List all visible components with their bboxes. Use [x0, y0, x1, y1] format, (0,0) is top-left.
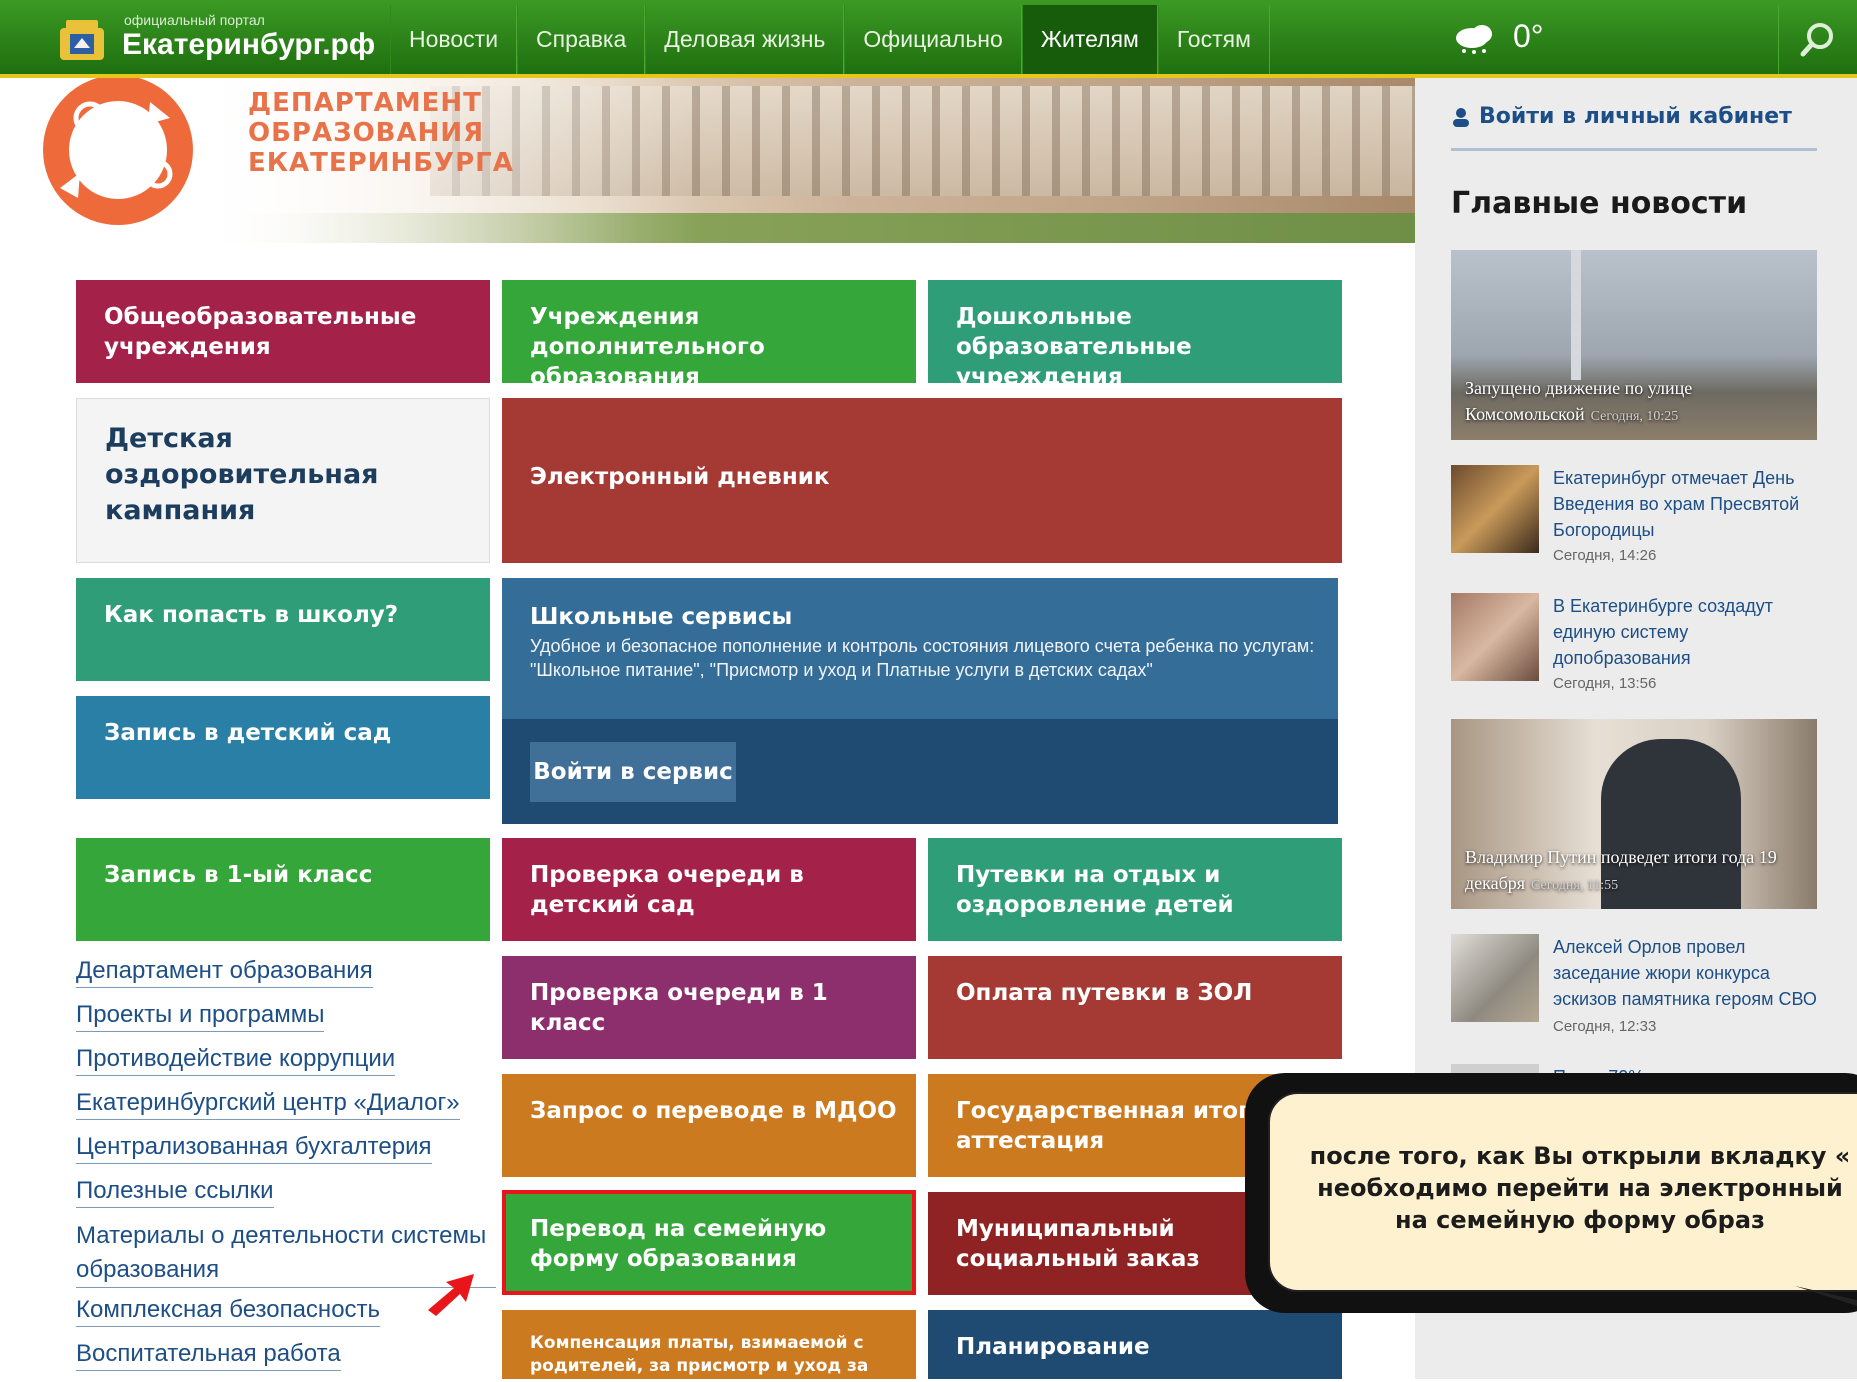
callout-line: на семейную форму образ [1395, 1206, 1765, 1234]
news-time: Сегодня, 13:56 [1553, 675, 1657, 692]
tile-label: Перевод на семейную форму образования [530, 1216, 827, 1272]
tile-queue-kindergarten[interactable]: Проверка очереди в детский сад [502, 838, 916, 941]
dept-title-line-3: ЕКАТЕРИНБУРГА [248, 148, 514, 178]
news-caption: Запущено движение по улице Комсомольской… [1465, 375, 1803, 430]
user-icon [1453, 107, 1469, 127]
divider [1451, 148, 1817, 151]
link-upbringing[interactable]: Воспитательная работа [76, 1338, 341, 1371]
tile-electronic-diary[interactable]: Электронный дневник [502, 398, 1342, 563]
news-item[interactable]: Екатеринбург отмечает День Введения во х… [1451, 465, 1831, 575]
tile-family-education-transfer[interactable]: Перевод на семейную форму образования [502, 1192, 916, 1295]
news-thumbnail [1451, 465, 1539, 553]
news-item[interactable]: Алексей Орлов провел заседание жюри конк… [1451, 934, 1831, 1044]
link-anti-corruption[interactable]: Противодействие коррупции [76, 1043, 396, 1076]
tile-label: Компенсация платы, взимаемой с родителей… [530, 1333, 869, 1376]
tile-label: Запрос о переводе в МДОО [530, 1098, 897, 1124]
tile-vacation-vouchers[interactable]: Путевки на отдых и оздоровление детей [928, 838, 1342, 941]
tile-label: Оплата путевки в ЗОЛ [956, 980, 1253, 1006]
red-arrow-icon [428, 1274, 474, 1316]
tile-label: Планирование [956, 1334, 1150, 1360]
tile-label: Детская оздоровительная кампания [105, 423, 379, 526]
callout-text: после того, как Вы открыли вкладку « нео… [1300, 1140, 1857, 1236]
link-useful-links[interactable]: Полезные ссылки [76, 1175, 274, 1208]
news-card-featured[interactable]: Владимир Путин подведет итоги года 19 де… [1451, 719, 1817, 909]
tile-how-to-school[interactable]: Как попасть в школу? [76, 578, 490, 681]
news-text: В Екатеринбурге создадут единую систему … [1553, 593, 1823, 697]
tile-label: Проверка очереди в детский сад [530, 862, 804, 918]
news-text: Алексей Орлов провел заседание жюри конк… [1553, 934, 1823, 1040]
tile-general-education[interactable]: Общеобразовательные учреждения [76, 280, 490, 383]
news-card-featured[interactable]: Запущено движение по улице Комсомольской… [1451, 250, 1817, 440]
top-navigation-bar: официальный портал Екатеринбург.рф Новос… [0, 0, 1857, 78]
link-projects[interactable]: Проекты и программы [76, 999, 325, 1032]
main-news-heading: Главные новости [1451, 186, 1748, 221]
tile-kindergarten-signup[interactable]: Запись в детский сад [76, 696, 490, 799]
news-title: Владимир Путин подведет итоги года 19 де… [1465, 847, 1777, 893]
main-nav: Новости Справка Деловая жизнь Официально… [390, 5, 1270, 74]
news-thumbnail [1451, 593, 1539, 681]
news-photo-detail [1571, 250, 1581, 380]
tile-compensation[interactable]: Компенсация платы, взимаемой с родителей… [502, 1310, 916, 1379]
tile-label: Электронный дневник [530, 464, 830, 490]
tile-label: Запись в детский сад [104, 720, 392, 746]
search-icon [1800, 22, 1833, 56]
nav-item-business[interactable]: Деловая жизнь [645, 5, 845, 74]
tile-preschool[interactable]: Дошкольные образовательные учреждения [928, 280, 1342, 390]
callout-line: после того, как Вы открыли вкладку « [1309, 1142, 1851, 1170]
link-dialog-center[interactable]: Екатеринбургский центр «Диалог» [76, 1087, 460, 1120]
news-time: Сегодня, 11:55 [1531, 878, 1619, 893]
news-text: Екатеринбург отмечает День Введения во х… [1553, 465, 1823, 569]
callout-tail [1795, 1286, 1857, 1306]
tile-queue-first-grade[interactable]: Проверка очереди в 1 класс [502, 956, 916, 1059]
news-title: Екатеринбург отмечает День Введения во х… [1553, 468, 1800, 540]
weather-temperature: 0° [1513, 18, 1544, 54]
nav-item-guests[interactable]: Гостям [1157, 5, 1270, 74]
portal-name-link[interactable]: Екатеринбург.рф [122, 28, 375, 62]
dept-title-line-2: ОБРАЗОВАНИЯ [248, 118, 485, 148]
dept-title-line-1: ДЕПАРТАМЕНТ [248, 88, 482, 118]
school-services-description: Удобное и безопасное пополнение и контро… [530, 636, 1315, 680]
enter-service-button[interactable]: Войти в сервис [530, 742, 736, 802]
department-emblem-icon[interactable] [30, 78, 205, 228]
nav-item-news[interactable]: Новости [390, 5, 518, 74]
link-accounting[interactable]: Централизованная бухгалтерия [76, 1131, 432, 1164]
cloud-snow-icon [1456, 25, 1492, 54]
news-item[interactable]: В Екатеринбурге создадут единую систему … [1451, 593, 1831, 703]
school-services-header: Школьные сервисы Удобное и безопасное по… [502, 578, 1338, 719]
tile-first-grade-signup[interactable]: Запись в 1-ый класс [76, 838, 490, 941]
search-button[interactable] [1778, 5, 1857, 74]
tile-label: Общеобразовательные учреждения [104, 304, 417, 360]
school-services-title: Школьные сервисы [530, 604, 793, 630]
portal-subtitle: официальный портал [124, 12, 265, 28]
news-title: В Екатеринбурге создадут единую систему … [1553, 596, 1773, 668]
callout-line: необходимо перейти на электронный [1317, 1174, 1843, 1202]
nav-item-residents[interactable]: Жителям [1021, 5, 1158, 74]
link-department[interactable]: Департамент образования [76, 955, 373, 988]
link-security[interactable]: Комплексная безопасность [76, 1294, 381, 1327]
department-banner: ДЕПАРТАМЕНТ ОБРАЗОВАНИЯ ЕКАТЕРИНБУРГА [0, 78, 1415, 243]
login-link[interactable]: Войти в личный кабинет [1451, 104, 1792, 129]
tile-additional-education[interactable]: Учреждения дополнительного образования [502, 280, 916, 390]
tile-label: Как попасть в школу? [104, 602, 399, 628]
tile-pay-voucher[interactable]: Оплата путевки в ЗОЛ [928, 956, 1342, 1059]
tile-label: Проверка очереди в 1 класс [530, 980, 828, 1036]
news-caption: Владимир Путин подведет итоги года 19 де… [1465, 844, 1803, 899]
news-thumbnail [1451, 934, 1539, 1022]
tile-health-campaign[interactable]: Детская оздоровительная кампания [76, 398, 490, 563]
tile-planning[interactable]: Планирование [928, 1310, 1342, 1379]
nav-item-reference[interactable]: Справка [517, 5, 646, 74]
news-time: Сегодня, 14:26 [1553, 547, 1657, 564]
city-coat-of-arms-icon[interactable] [52, 14, 112, 64]
nav-item-official[interactable]: Официально [844, 5, 1022, 74]
tile-label: Запись в 1-ый класс [104, 862, 373, 888]
news-title: Алексей Орлов провел заседание жюри конк… [1553, 937, 1817, 1009]
news-time: Сегодня, 10:25 [1590, 409, 1679, 424]
tile-label: Дошкольные образовательные учреждения [956, 304, 1192, 390]
tile-label: Учреждения дополнительного образования [530, 304, 765, 390]
tile-label: Путевки на отдых и оздоровление детей [956, 862, 1234, 918]
news-time: Сегодня, 12:33 [1553, 1018, 1657, 1035]
login-link-label: Войти в личный кабинет [1479, 104, 1792, 129]
tile-school-services: Школьные сервисы Удобное и безопасное по… [502, 578, 1342, 824]
tile-transfer-request[interactable]: Запрос о переводе в МДОО [502, 1074, 916, 1177]
